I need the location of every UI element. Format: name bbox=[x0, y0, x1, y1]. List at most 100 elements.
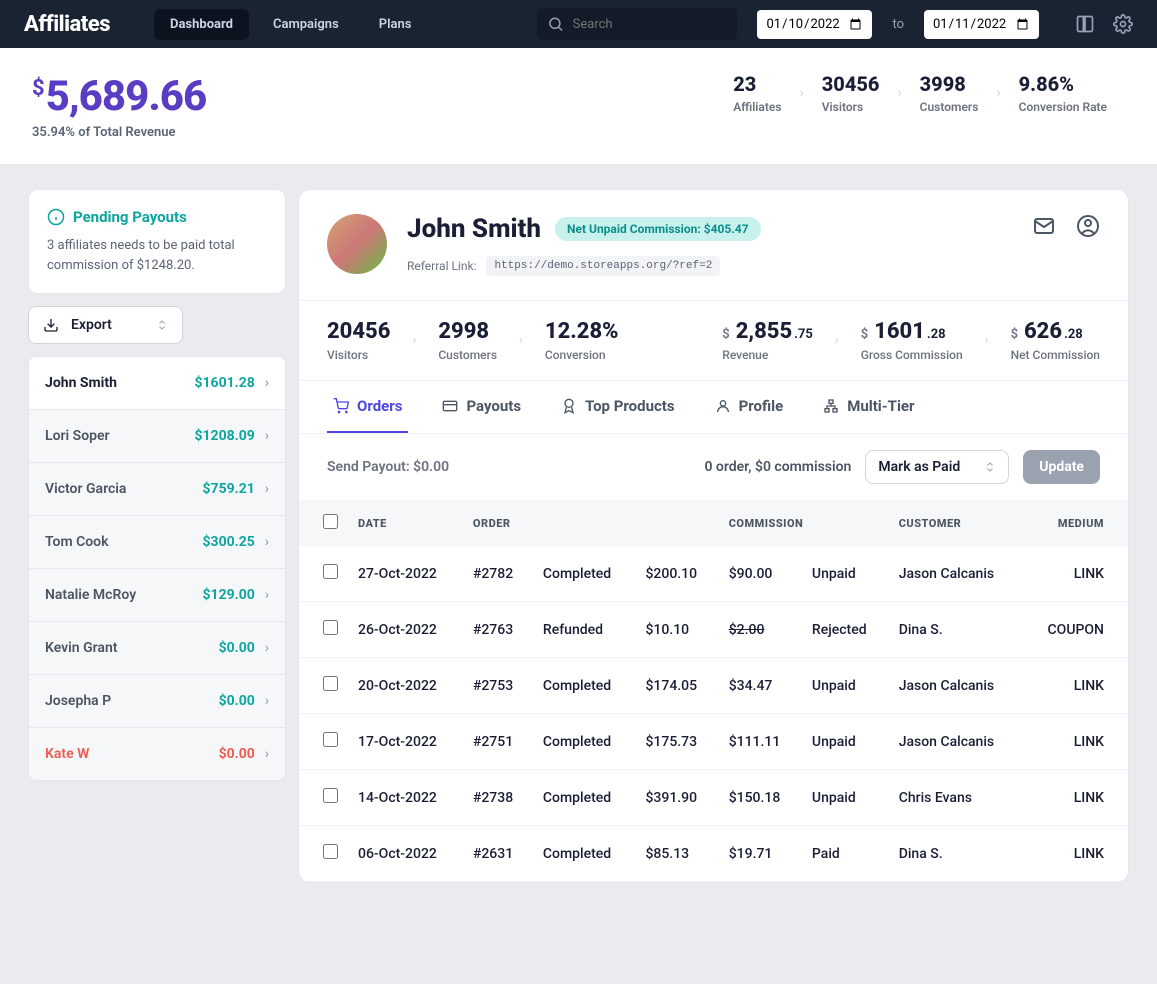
cell-order-id[interactable]: #2631 bbox=[463, 826, 533, 882]
affiliate-name: John Smith bbox=[45, 375, 117, 391]
cell-customer[interactable]: Dina S. bbox=[889, 826, 1023, 882]
stat-value: $2,855.75 bbox=[722, 319, 813, 344]
cell-order-id[interactable]: #2751 bbox=[463, 714, 533, 770]
stat-value: $1601.28 bbox=[861, 319, 963, 344]
search-box[interactable] bbox=[537, 8, 737, 40]
referral-label: Referral Link: bbox=[407, 259, 476, 273]
chevron-right-icon: › bbox=[265, 746, 269, 762]
search-input[interactable] bbox=[573, 17, 728, 32]
cell-order-id[interactable]: #2738 bbox=[463, 770, 533, 826]
stat-label: Conversion bbox=[545, 348, 619, 362]
date-to-label: to bbox=[892, 17, 904, 32]
tab-campaigns[interactable]: Campaigns bbox=[257, 9, 355, 40]
tab-dashboard[interactable]: Dashboard bbox=[154, 9, 249, 40]
profile-stat: 2998Customers bbox=[438, 319, 497, 362]
cell-date: 20-Oct-2022 bbox=[348, 658, 463, 714]
row-checkbox[interactable] bbox=[323, 676, 338, 691]
cell-customer[interactable]: Dina S. bbox=[889, 602, 1023, 658]
stat-label: Customers bbox=[920, 100, 979, 114]
tab-orders[interactable]: Orders bbox=[327, 381, 408, 433]
tab-profile[interactable]: Profile bbox=[709, 381, 790, 433]
stat-value: 3998 bbox=[920, 72, 979, 96]
profile-header: John Smith Net Unpaid Commission: $405.4… bbox=[299, 190, 1128, 300]
cell-customer[interactable]: Chris Evans bbox=[889, 770, 1023, 826]
cell-medium: COUPON bbox=[1023, 602, 1128, 658]
affiliate-item[interactable]: Tom Cook$300.25› bbox=[29, 516, 285, 569]
cell-date: 27-Oct-2022 bbox=[348, 546, 463, 602]
cell-order-id[interactable]: #2763 bbox=[463, 602, 533, 658]
cell-order-status: Completed bbox=[533, 658, 636, 714]
affiliate-name: Natalie McRoy bbox=[45, 587, 136, 603]
stat-value: 2998 bbox=[438, 319, 497, 344]
tab-multitier[interactable]: Multi-Tier bbox=[817, 381, 920, 433]
col-medium: MEDIUM bbox=[1023, 500, 1128, 546]
export-button[interactable]: Export bbox=[28, 306, 183, 344]
chevron-updown-icon bbox=[156, 319, 168, 331]
detail-panel: John Smith Net Unpaid Commission: $405.4… bbox=[298, 189, 1129, 883]
affiliate-item[interactable]: Josepha P$0.00› bbox=[29, 675, 285, 728]
send-payout-link[interactable]: Send Payout: $0.00 bbox=[327, 459, 449, 475]
affiliate-name: Kate W bbox=[45, 746, 89, 762]
profile-stats: 20456Visitors›2998Customers›12.28%Conver… bbox=[299, 300, 1128, 381]
col-customer: CUSTOMER bbox=[889, 500, 1023, 546]
table-row: 17-Oct-2022#2751Completed$175.73$111.11U… bbox=[299, 714, 1128, 770]
affiliate-name: Victor Garcia bbox=[45, 481, 126, 497]
row-checkbox[interactable] bbox=[323, 564, 338, 579]
book-icon[interactable] bbox=[1075, 14, 1095, 34]
nav-tabs: Dashboard Campaigns Plans bbox=[154, 9, 427, 40]
affiliate-item[interactable]: Kevin Grant$0.00› bbox=[29, 622, 285, 675]
date-to-input[interactable] bbox=[924, 10, 1039, 39]
affiliate-item[interactable]: Natalie McRoy$129.00› bbox=[29, 569, 285, 622]
mark-as-paid-select[interactable]: Mark as Paid bbox=[865, 450, 1009, 484]
affiliate-item[interactable]: John Smith$1601.28› bbox=[29, 357, 285, 410]
unpaid-badge: Net Unpaid Commission: $405.47 bbox=[555, 217, 760, 241]
sitemap-icon bbox=[823, 398, 839, 414]
affiliate-name: Lori Soper bbox=[45, 428, 110, 444]
cell-commission: $2.00 bbox=[719, 602, 802, 658]
stat-value: 12.28% bbox=[545, 319, 619, 344]
table-row: 14-Oct-2022#2738Completed$391.90$150.18U… bbox=[299, 770, 1128, 826]
affiliate-name: Tom Cook bbox=[45, 534, 109, 550]
orders-table: DATE ORDER COMMISSION CUSTOMER MEDIUM 27… bbox=[299, 500, 1128, 882]
select-all-checkbox[interactable] bbox=[323, 514, 338, 529]
total-value: 5,689.66 bbox=[46, 72, 207, 121]
affiliate-item[interactable]: Lori Soper$1208.09› bbox=[29, 410, 285, 463]
table-row: 20-Oct-2022#2753Completed$174.05$34.47Un… bbox=[299, 658, 1128, 714]
tab-top-products[interactable]: Top Products bbox=[555, 381, 681, 433]
row-checkbox[interactable] bbox=[323, 732, 338, 747]
affiliate-item[interactable]: Kate W$0.00› bbox=[29, 728, 285, 780]
currency-symbol: $ bbox=[32, 76, 44, 101]
update-button[interactable]: Update bbox=[1023, 450, 1100, 484]
stat-label: Visitors bbox=[822, 100, 880, 114]
row-checkbox[interactable] bbox=[323, 844, 338, 859]
row-checkbox[interactable] bbox=[323, 788, 338, 803]
referral-url[interactable]: https://demo.storeapps.org/?ref=2 bbox=[486, 256, 720, 276]
cell-customer[interactable]: Jason Calcanis bbox=[889, 714, 1023, 770]
cell-commission: $19.71 bbox=[719, 826, 802, 882]
user-circle-icon[interactable] bbox=[1076, 214, 1100, 238]
summary-stats: 23Affiliates›30456Visitors›3998Customers… bbox=[715, 72, 1125, 114]
cell-customer[interactable]: Jason Calcanis bbox=[889, 546, 1023, 602]
affiliate-item[interactable]: Victor Garcia$759.21› bbox=[29, 463, 285, 516]
summary-stat: 30456Visitors bbox=[804, 72, 898, 114]
cell-commission-status: Unpaid bbox=[802, 770, 889, 826]
row-checkbox[interactable] bbox=[323, 620, 338, 635]
profile-stat-money: $2,855.75Revenue bbox=[722, 319, 813, 362]
date-from-input[interactable] bbox=[757, 10, 872, 39]
chevron-right-icon: › bbox=[265, 693, 269, 709]
cell-medium: LINK bbox=[1023, 658, 1128, 714]
affiliate-amount: $0.00 bbox=[219, 640, 255, 656]
mail-icon[interactable] bbox=[1032, 214, 1056, 238]
cell-order-amount: $200.10 bbox=[635, 546, 718, 602]
gear-icon[interactable] bbox=[1113, 14, 1133, 34]
tab-plans[interactable]: Plans bbox=[363, 9, 428, 40]
affiliate-list: John Smith$1601.28›Lori Soper$1208.09›Vi… bbox=[28, 356, 286, 781]
cell-order-id[interactable]: #2753 bbox=[463, 658, 533, 714]
cell-customer[interactable]: Jason Calcanis bbox=[889, 658, 1023, 714]
affiliate-name: Josepha P bbox=[45, 693, 111, 709]
card-icon bbox=[442, 398, 458, 414]
tab-payouts[interactable]: Payouts bbox=[436, 381, 527, 433]
cell-commission: $111.11 bbox=[719, 714, 802, 770]
cell-order-id[interactable]: #2782 bbox=[463, 546, 533, 602]
cell-date: 26-Oct-2022 bbox=[348, 602, 463, 658]
